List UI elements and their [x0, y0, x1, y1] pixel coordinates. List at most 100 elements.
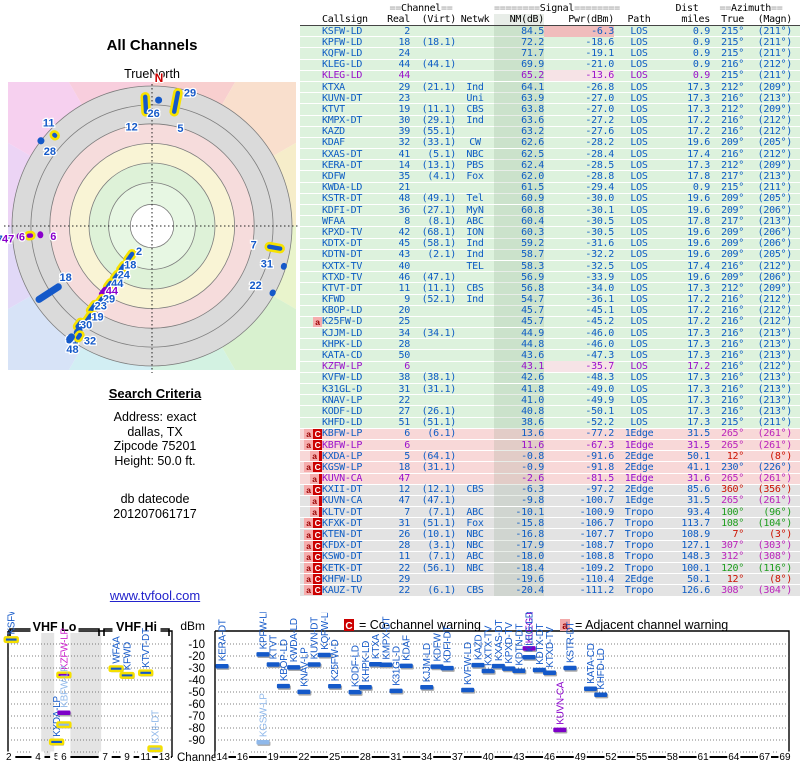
co-channel-warning-badge: C — [313, 540, 322, 551]
cell-path: LOS — [630, 361, 648, 373]
adjacent-warning-badge: a — [304, 529, 313, 540]
table-row: WFAA 8 (8.1) ABC 60.4 -30.5 LOS 17.8 217° (213°) — [300, 215, 800, 228]
cell-power: -28.5 — [585, 159, 614, 171]
cell-distance-miles: 31.6 — [687, 473, 710, 485]
cell-azimuth-magnetic: (213°) — [757, 327, 793, 339]
cell-azimuth-true: 216° — [721, 115, 744, 127]
cell-callsign: KTXD-TV — [322, 271, 363, 283]
adjacent-warning-badge: a — [304, 585, 313, 596]
cell-path: 1Edge — [624, 439, 654, 451]
cell-noise-margin: 63.8 — [494, 103, 544, 115]
cell-power: -100.7 — [579, 495, 615, 507]
cell-power: -27.2 — [585, 115, 614, 127]
cell-virtual-channel: (68.1) — [421, 226, 457, 238]
cell-noise-margin: 58.3 — [494, 260, 544, 272]
polar-marker-label: 7 — [251, 240, 257, 252]
y-tick-label: -20 — [188, 651, 205, 663]
polar-marker-label: 47 — [2, 233, 14, 245]
cell-real-channel: 19 — [398, 103, 411, 115]
polar-marker-label: 5 — [177, 123, 183, 135]
x-tick-label: 13 — [159, 752, 171, 763]
cell-virtual-channel: (29.1) — [421, 115, 457, 127]
cell-azimuth-true: 216° — [721, 372, 744, 384]
cell-distance-miles: 17.3 — [687, 338, 710, 350]
x-tick-label: 22 — [298, 752, 310, 763]
cell-azimuth-magnetic: (212°) — [757, 361, 793, 373]
cell-azimuth-true: 215° — [721, 47, 744, 59]
cell-callsign: KZFW-LP — [322, 361, 363, 373]
cell-distance-miles: 17.2 — [687, 126, 710, 138]
cell-distance-miles: 0.9 — [692, 70, 710, 82]
cell-callsign: KSWO-DT — [322, 551, 363, 563]
cell-network: Ind — [466, 115, 484, 127]
cell-azimuth-true: 216° — [721, 327, 744, 339]
cell-virtual-channel: (51.1) — [421, 517, 457, 529]
cell-noise-margin: -2.6 — [494, 473, 544, 485]
x-axis-title: Channel — [177, 752, 220, 764]
cell-noise-margin: 56.9 — [494, 271, 544, 283]
cell-azimuth-magnetic: (211°) — [757, 47, 793, 59]
signal-bar — [389, 688, 403, 694]
cell-callsign: KQFW-LD — [322, 47, 363, 59]
cell-azimuth-true: 217° — [721, 215, 744, 227]
signal-bar — [266, 662, 280, 667]
cell-power: -45.1 — [585, 305, 614, 317]
cell-real-channel: 28 — [398, 540, 411, 552]
table-row: KDFW 35 (4.1) Fox 62.0 -28.8 LOS 17.8 217° (213°) — [300, 171, 800, 183]
x-tick-label: 6 — [61, 752, 67, 763]
cell-power: -111.2 — [579, 584, 615, 596]
cell-azimuth-true: 216° — [721, 59, 744, 71]
cell-azimuth-true: 216° — [721, 316, 744, 328]
cell-noise-margin: 43.1 — [494, 361, 544, 373]
cell-distance-miles: 19.6 — [687, 271, 710, 283]
cell-path: LOS — [630, 271, 648, 283]
cell-power: -27.0 — [585, 103, 614, 115]
cell-distance-miles: 50.1 — [687, 573, 710, 585]
signal-bar — [317, 652, 331, 658]
cell-azimuth-magnetic: (212°) — [757, 126, 793, 138]
cell-azimuth-true: 307° — [721, 540, 744, 552]
table-column-header: Callsign Real (Virt) Netwk NM(dB) Pwr(dBm) Pat… — [300, 14, 800, 26]
cell-callsign: KXII-DT — [322, 484, 363, 496]
cell-azimuth-true: 209° — [721, 226, 744, 238]
cell-distance-miles: 17.3 — [687, 327, 710, 339]
cell-real-channel: 47 — [398, 473, 411, 485]
cell-real-channel: 29 — [398, 81, 411, 93]
signal-bar — [137, 669, 154, 677]
cell-path: LOS — [630, 92, 648, 104]
cell-azimuth-magnetic: (213°) — [757, 394, 793, 406]
cell-distance-miles: 17.8 — [687, 171, 710, 183]
adjacent-warning-badge: a — [310, 473, 319, 484]
cell-callsign: K25FW-D — [322, 316, 363, 328]
cell-azimuth-true: 265° — [721, 495, 744, 507]
cell-network: PBS — [466, 159, 484, 171]
y-tick-label: -60 — [188, 699, 205, 711]
cell-network: CW — [469, 137, 481, 149]
polar-marker-label: 31 — [261, 258, 273, 270]
x-tick-label: 2 — [6, 752, 12, 763]
cell-azimuth-magnetic: (211°) — [757, 36, 793, 48]
cell-real-channel: 23 — [398, 92, 411, 104]
cell-power: -50.1 — [585, 405, 614, 417]
cell-callsign: KFXK-DT — [322, 517, 363, 529]
signal-bar — [48, 738, 65, 746]
cell-azimuth-true: 212° — [721, 103, 744, 115]
tvfool-link[interactable]: www.tvfool.com — [110, 588, 200, 603]
signal-bar-label: KSFW-LD — [7, 612, 18, 635]
signal-bar-label: KERA-DT — [218, 619, 229, 661]
cell-distance-miles: 19.6 — [687, 238, 710, 250]
cell-real-channel: 32 — [398, 137, 411, 149]
cell-distance-miles: 0.9 — [692, 47, 710, 59]
table-row: KXAS-DT 41 (5.1) NBC 62.5 -28.4 LOS 17.4 216° (21… — [300, 148, 800, 161]
polar-marker-label: 19 — [91, 311, 103, 323]
cell-path: LOS — [630, 103, 648, 115]
cell-azimuth-true: 215° — [721, 70, 744, 82]
cell-real-channel: 26 — [398, 529, 411, 541]
cell-real-channel: 41 — [398, 148, 411, 160]
cell-path: LOS — [630, 282, 648, 294]
table-row: KLEG-LD 44 65.2 -13.6 LOS 0.9 215° (211°) — [300, 70, 800, 82]
cell-azimuth-magnetic: (209°) — [757, 81, 793, 93]
cell-power: -18.6 — [585, 36, 614, 48]
cell-noise-margin: 41.0 — [494, 394, 544, 406]
cell-azimuth-true: 209° — [721, 238, 744, 250]
